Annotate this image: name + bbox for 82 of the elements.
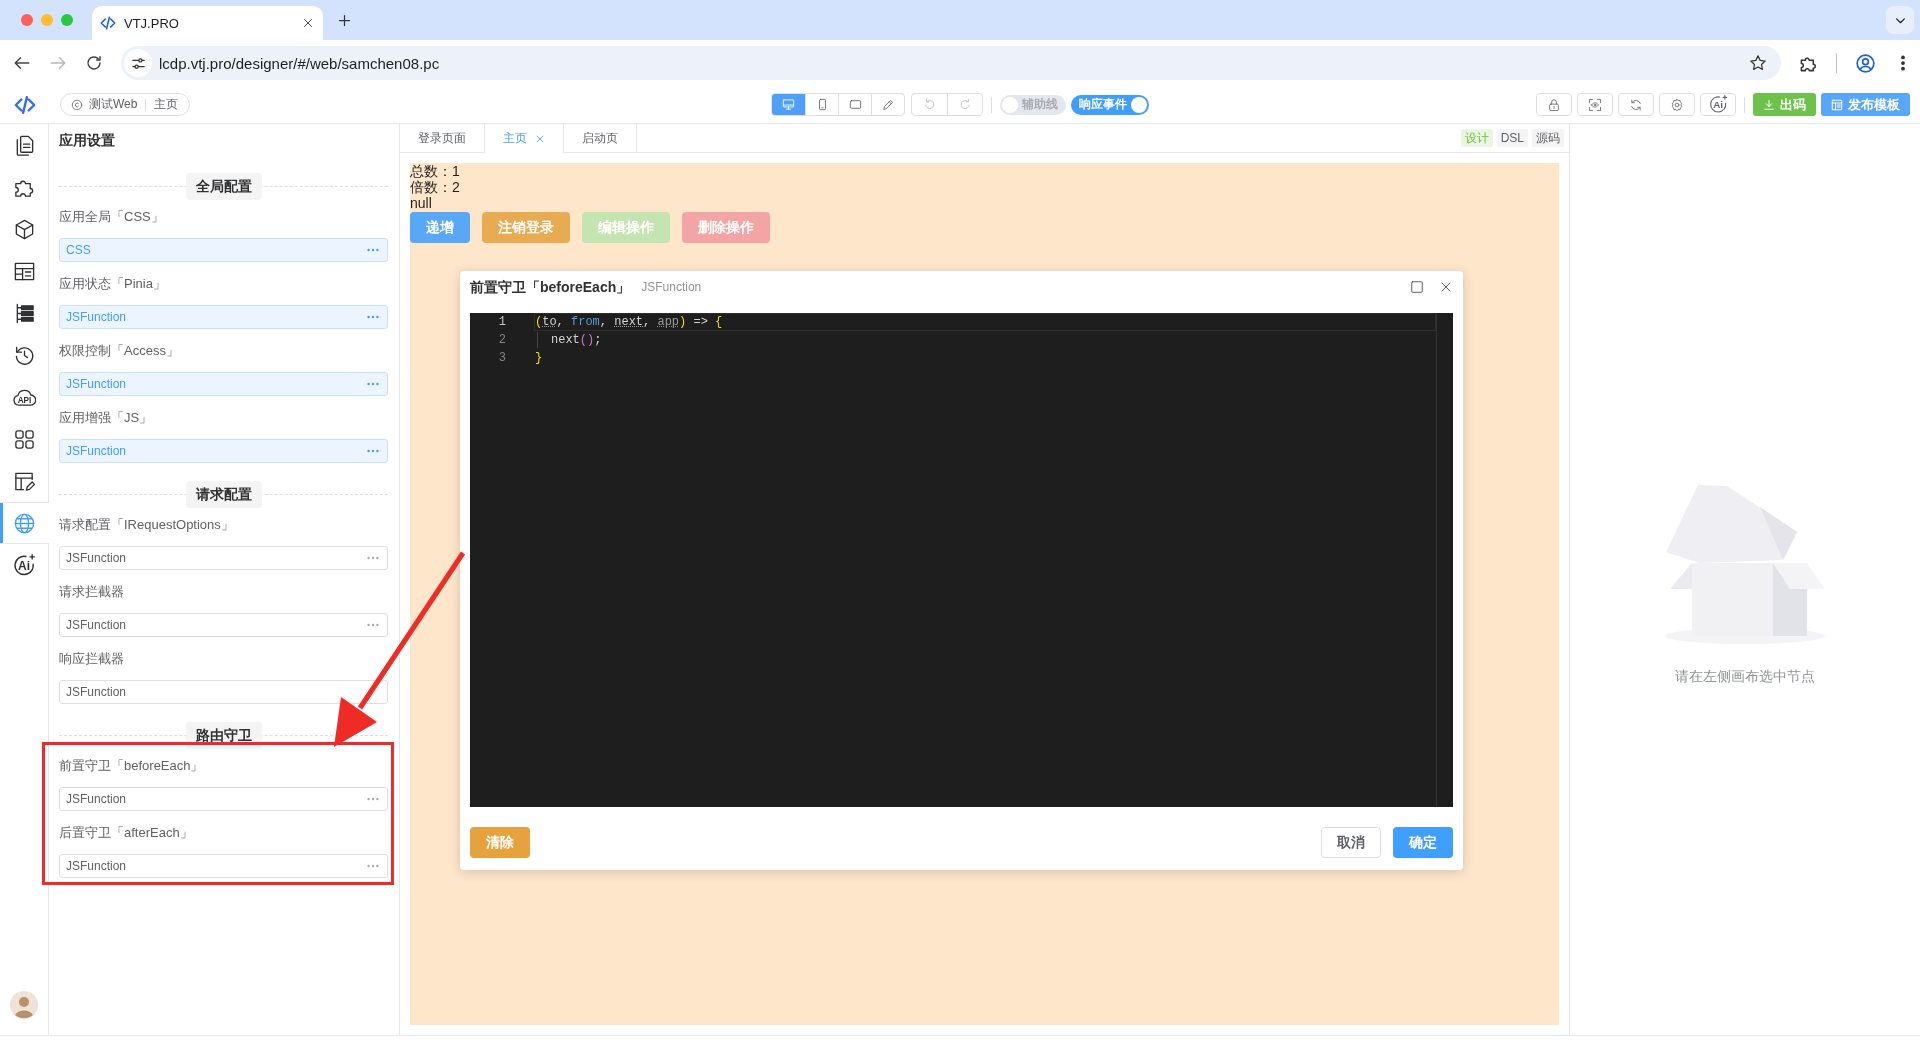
more-icon[interactable]: [367, 556, 379, 560]
view-tab[interactable]: 源码: [1532, 129, 1564, 147]
sidebar-tab[interactable]: Ai: [0, 544, 48, 586]
address-bar[interactable]: lcdp.vtj.pro/designer/#/web/samchen08.pc: [121, 46, 1781, 80]
avatar[interactable]: [10, 991, 38, 1019]
close-icon[interactable]: [1439, 280, 1453, 294]
line-number: 1: [497, 314, 506, 331]
close-window-icon[interactable]: [21, 14, 33, 26]
desktop-icon: [782, 98, 795, 111]
more-icon[interactable]: [367, 248, 379, 252]
globe-icon: [13, 511, 36, 535]
more-icon[interactable]: [367, 449, 379, 453]
empty-hint: 请在左侧画布选中节点: [1675, 667, 1815, 686]
field-label: 权限控制「Access」: [59, 342, 179, 360]
back-arrow-icon[interactable]: [13, 54, 31, 72]
line-number: 3: [497, 350, 506, 367]
new-tab-icon[interactable]: [337, 12, 352, 28]
device-button[interactable]: [772, 94, 805, 115]
input-field[interactable]: JSFunction: [59, 613, 388, 637]
browser-tab[interactable]: VTJ.PRO: [92, 6, 323, 40]
canvas-text: null: [410, 195, 432, 211]
star-icon[interactable]: [1749, 54, 1767, 72]
tab-title: VTJ.PRO: [124, 15, 180, 31]
field-label: 应用全局「CSS」: [59, 208, 164, 226]
field-label: 请求拦截器: [59, 583, 124, 601]
canvas-text: 倍数：2: [410, 179, 460, 195]
toolbar-button[interactable]: [1577, 93, 1613, 116]
input-field[interactable]: JSFunction: [59, 787, 388, 811]
field-label: 请求配置「IRequestOptions」: [59, 516, 234, 534]
dialog-subtitle: JSFunction: [641, 279, 702, 295]
sliders-icon: [130, 55, 146, 71]
breadcrumb-item[interactable]: 主页: [154, 96, 179, 113]
lock-icon: [1547, 97, 1561, 112]
more-icon[interactable]: [367, 864, 379, 868]
toolbar-button[interactable]: [1618, 93, 1654, 116]
code-editor[interactable]: 1 (to, from, next, app) => { 2 next(); 3 }: [470, 313, 1453, 807]
more-icon[interactable]: [367, 797, 379, 801]
reload-icon[interactable]: [85, 54, 103, 72]
tablet-icon: [848, 98, 862, 111]
view-tab[interactable]: DSL: [1496, 129, 1528, 147]
input-field[interactable]: JSFunction: [59, 854, 388, 878]
account-icon[interactable]: [1855, 52, 1876, 74]
zoom-window-icon[interactable]: [61, 14, 73, 26]
field-label: 响应拦截器: [59, 650, 124, 668]
dialog-title: 前置守卫「beforeEach」: [470, 279, 631, 295]
section-heading: 全局配置: [185, 173, 262, 200]
undo-icon: [923, 98, 936, 111]
breadcrumb-item[interactable]: 测试Web: [89, 96, 138, 113]
section-heading: 请求配置: [185, 481, 262, 508]
redo-icon: [958, 98, 972, 111]
download-icon: [1763, 98, 1775, 111]
field-label: 应用状态「Pinia」: [59, 275, 166, 293]
code-icon: [100, 15, 116, 31]
code-line: }: [534, 350, 544, 367]
more-icon[interactable]: [367, 315, 379, 319]
line-number: 2: [497, 332, 506, 349]
canvas-text: 总数：1: [410, 163, 460, 179]
field-label: 应用增强「JS」: [59, 409, 153, 427]
refresh-icon: [1629, 97, 1643, 112]
eye-scan-icon: [1588, 97, 1602, 112]
toolbar-button[interactable]: [1536, 93, 1572, 116]
code-logo-icon[interactable]: [13, 93, 37, 116]
tab-list-button[interactable]: [1886, 6, 1914, 34]
close-icon[interactable]: [302, 17, 314, 29]
pen-icon: [881, 98, 895, 111]
toolbar-button[interactable]: [1659, 93, 1695, 116]
circled-c-icon: [71, 98, 83, 111]
site-info-button[interactable]: [124, 49, 152, 77]
dialog-button[interactable]: 取消: [1321, 827, 1381, 858]
maximize-icon[interactable]: [1410, 280, 1424, 294]
settings-icon: [1670, 97, 1684, 112]
apps-grid-icon: [12, 427, 36, 451]
template-icon: [1831, 98, 1843, 111]
more-icon[interactable]: [367, 623, 379, 627]
field-label: 前置守卫「beforeEach」: [59, 757, 204, 775]
field-label: 后置守卫「afterEach」: [59, 824, 193, 842]
more-icon[interactable]: [367, 382, 379, 386]
toolbar-button[interactable]: Ai: [1700, 93, 1736, 116]
url-text: lcdp.vtj.pro/designer/#/web/samchen08.pc: [159, 54, 441, 72]
panel-title: 应用设置: [59, 131, 115, 149]
input-field[interactable]: JSFunction: [59, 680, 388, 704]
input-field[interactable]: JSFunction: [59, 546, 388, 570]
